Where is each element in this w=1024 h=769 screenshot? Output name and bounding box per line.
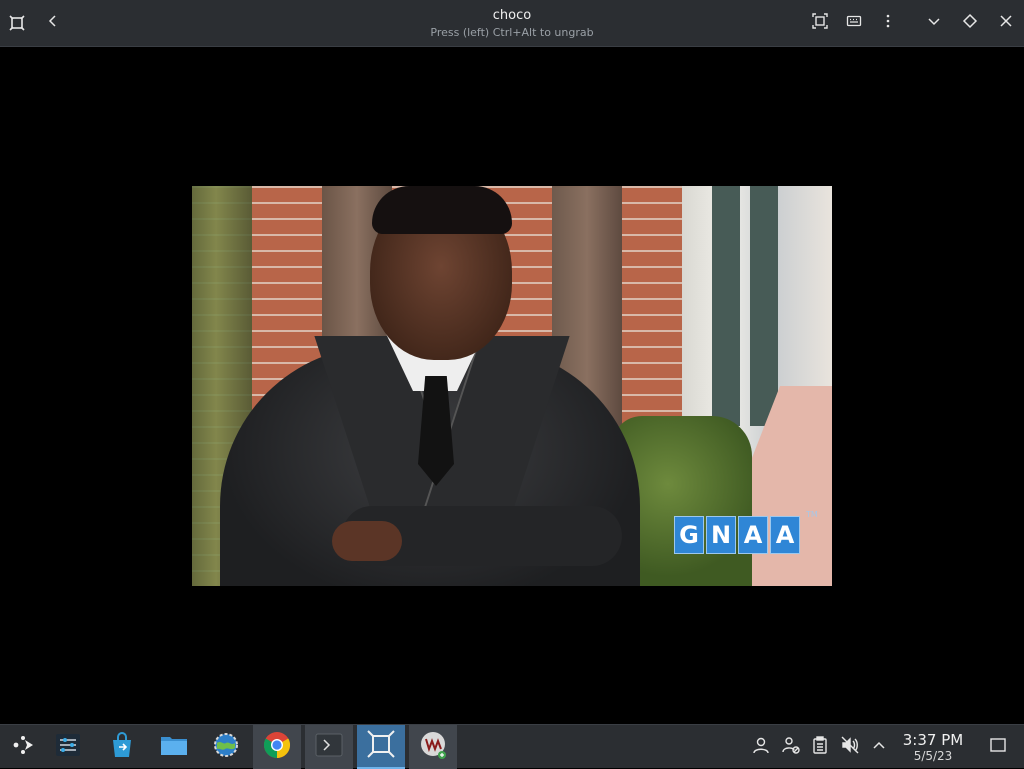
taskbar-terminal[interactable] bbox=[305, 725, 353, 769]
taskbar-mixer[interactable] bbox=[44, 725, 92, 769]
show-desktop-icon bbox=[989, 736, 1007, 758]
fullscreen-button[interactable] bbox=[807, 10, 833, 36]
digital-clock[interactable]: 3:37 PM 5/5/23 bbox=[896, 731, 970, 763]
folder-icon bbox=[159, 731, 189, 763]
chevron-left-icon bbox=[45, 13, 61, 33]
maximize-button[interactable] bbox=[957, 10, 983, 36]
logo-letter: A bbox=[738, 516, 768, 554]
network-button[interactable] bbox=[781, 737, 801, 757]
globe-settings-icon bbox=[212, 731, 240, 763]
title-bar[interactable]: choco Press (left) Ctrl+Alt to ungrab bbox=[0, 0, 1024, 47]
taskbar-chrome[interactable] bbox=[253, 725, 301, 769]
taskbar: 3:37 PM 5/5/23 bbox=[0, 724, 1024, 769]
chrome-icon bbox=[262, 730, 292, 764]
logo-letter: N bbox=[706, 516, 736, 554]
logo-trademark: TM bbox=[806, 510, 818, 519]
taskbar-file-manager[interactable] bbox=[150, 725, 198, 769]
chevron-up-icon bbox=[871, 737, 887, 757]
network-icon bbox=[782, 736, 800, 758]
keyboard-icon bbox=[846, 13, 862, 33]
fullscreen-icon bbox=[812, 13, 828, 33]
show-desktop-button[interactable] bbox=[988, 737, 1008, 757]
vm-guest-display[interactable]: G N A A TM bbox=[192, 186, 832, 586]
vm-app-icon[interactable] bbox=[4, 10, 30, 36]
send-key-button[interactable] bbox=[841, 10, 867, 36]
taskbar-globe-settings[interactable] bbox=[202, 725, 250, 769]
volume-muted-icon bbox=[841, 736, 859, 758]
clock-time: 3:37 PM bbox=[902, 731, 964, 749]
clipboard-button[interactable] bbox=[810, 736, 830, 758]
taskbar-vm-viewer[interactable] bbox=[357, 725, 405, 769]
pillar bbox=[712, 186, 740, 426]
user-button[interactable] bbox=[751, 737, 771, 757]
terminal-icon bbox=[314, 731, 344, 763]
vm-viewer-window: choco Press (left) Ctrl+Alt to ungrab G … bbox=[0, 0, 1024, 724]
gnaa-logo: G N A A bbox=[674, 516, 800, 554]
chevron-down-icon bbox=[926, 13, 942, 33]
taskbar-discover[interactable] bbox=[98, 725, 146, 769]
person-hair bbox=[372, 186, 512, 234]
vm-frame-icon bbox=[366, 729, 396, 763]
window-subtitle: Press (left) Ctrl+Alt to ungrab bbox=[430, 26, 594, 39]
vm-manager-icon bbox=[418, 730, 448, 764]
kde-launcher-icon bbox=[11, 732, 37, 762]
logo-letter: A bbox=[770, 516, 800, 554]
kebab-menu-icon bbox=[880, 13, 896, 33]
window-title: choco bbox=[492, 8, 532, 23]
taskbar-virt-manager[interactable] bbox=[409, 725, 457, 769]
user-icon bbox=[752, 736, 770, 758]
diamond-icon bbox=[962, 13, 978, 33]
pillar bbox=[750, 186, 778, 426]
clock-date: 5/5/23 bbox=[913, 749, 953, 763]
menu-button[interactable] bbox=[875, 10, 901, 36]
window-title-area: choco Press (left) Ctrl+Alt to ungrab bbox=[300, 8, 724, 40]
back-button[interactable] bbox=[40, 10, 66, 36]
tray-expand-button[interactable] bbox=[869, 737, 889, 757]
volume-button[interactable] bbox=[840, 736, 860, 758]
sliders-icon bbox=[54, 731, 82, 763]
minimize-button[interactable] bbox=[921, 10, 947, 36]
hand bbox=[332, 521, 402, 561]
close-button[interactable] bbox=[993, 10, 1019, 36]
store-bag-icon bbox=[108, 731, 136, 763]
clipboard-icon bbox=[811, 736, 829, 758]
app-launcher-button[interactable] bbox=[0, 725, 48, 769]
close-icon bbox=[998, 13, 1014, 33]
logo-letter: G bbox=[674, 516, 704, 554]
